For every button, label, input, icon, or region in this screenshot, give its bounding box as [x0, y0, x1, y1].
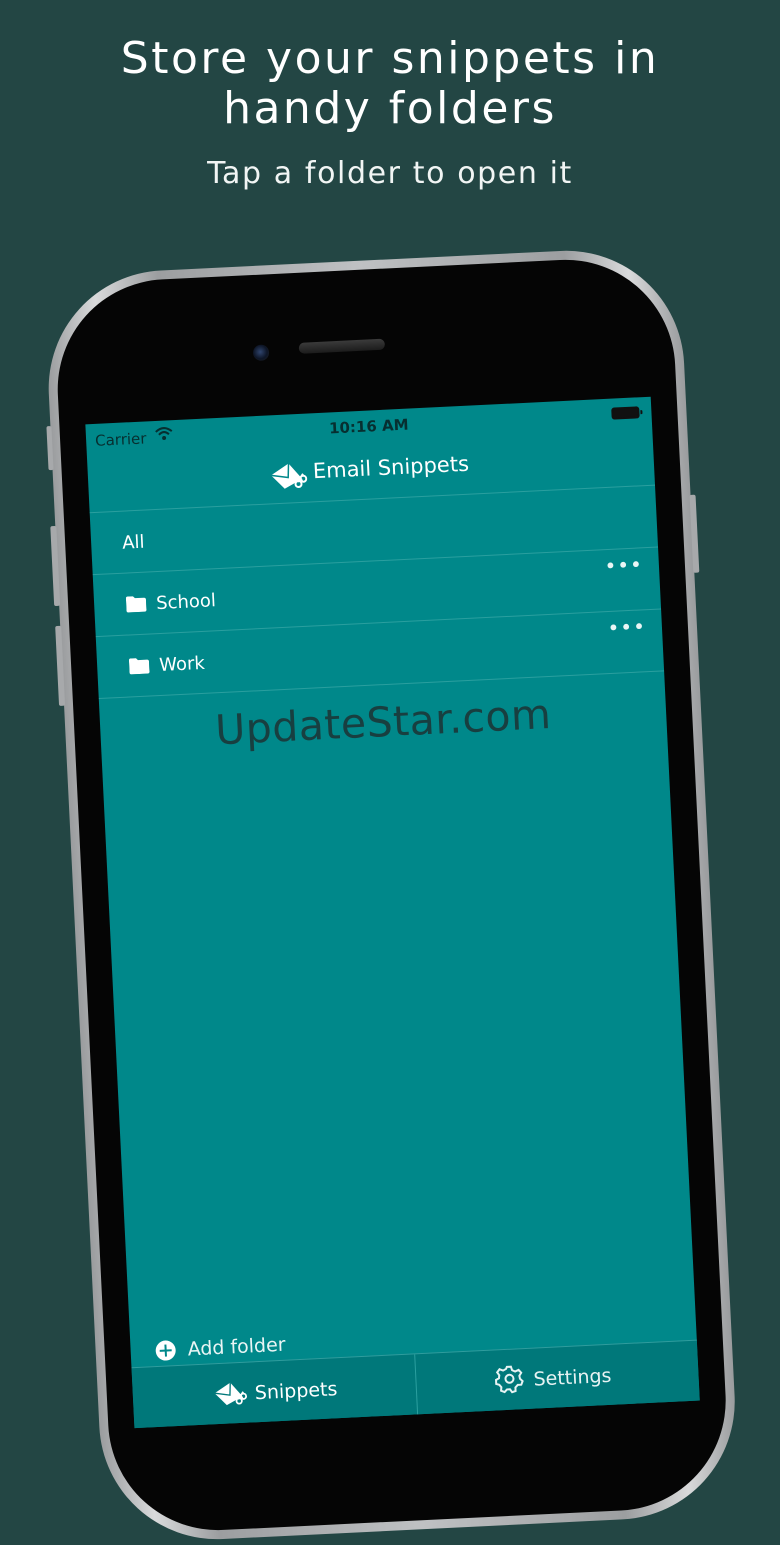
- battery-icon: [611, 406, 640, 420]
- promo-headline: Store your snippets in handy folders: [0, 34, 780, 134]
- more-options-icon[interactable]: •••: [607, 614, 647, 640]
- nav-title: Email Snippets: [312, 451, 470, 484]
- gear-icon: [494, 1365, 524, 1394]
- app-screen: Carrier 10:16 AM Email Snippets All Scho…: [85, 396, 700, 1429]
- promo-subheadline: Tap a folder to open it: [207, 156, 573, 191]
- plus-circle-icon: [155, 1340, 177, 1362]
- folder-row-label: School: [155, 590, 217, 615]
- add-folder-button[interactable]: Add folder: [155, 1334, 286, 1366]
- promo-headline-line-2: handy folders: [223, 83, 557, 134]
- envelope-scissors-icon: [214, 1382, 248, 1406]
- more-options-icon[interactable]: •••: [604, 552, 644, 578]
- watermark-text: UpdateStar.com: [214, 689, 553, 755]
- phone-mockup: Carrier 10:16 AM Email Snippets All Scho…: [43, 245, 741, 1545]
- folder-icon: [125, 596, 147, 613]
- tab-snippets-label: Snippets: [254, 1378, 338, 1405]
- folder-row-label: Work: [158, 652, 206, 677]
- envelope-scissors-icon: [270, 463, 308, 489]
- folder-row-label: All: [121, 531, 146, 554]
- promo-headline-line-1: Store your snippets in: [120, 33, 660, 84]
- add-folder-label: Add folder: [187, 1333, 287, 1361]
- folder-icon: [128, 658, 150, 675]
